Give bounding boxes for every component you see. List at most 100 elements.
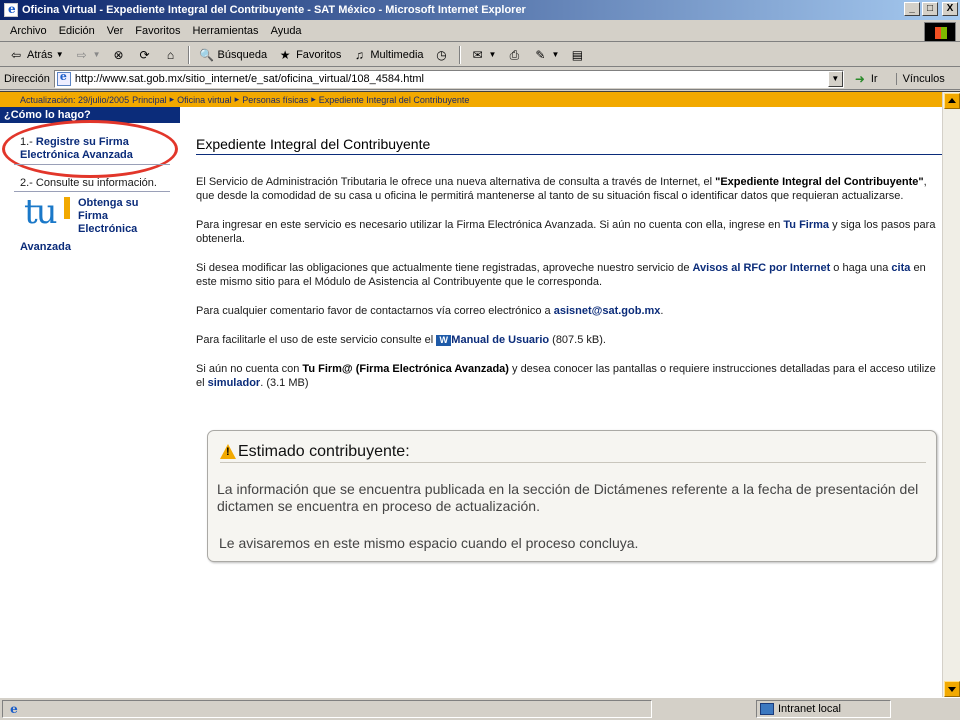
obtain-firma-line1: Obtenga su: [78, 197, 139, 209]
page-title: Expediente Integral del Contribuyente: [196, 136, 944, 155]
go-arrow-icon: ➜: [854, 71, 865, 86]
menu-ver[interactable]: Ver: [101, 25, 130, 37]
manual-usuario-link[interactable]: Manual de Usuario: [451, 334, 549, 346]
search-label: Búsqueda: [217, 48, 268, 61]
breadcrumb-arrow-icon: ▸: [169, 94, 175, 104]
breadcrumb-link-personas[interactable]: Personas físicas: [242, 95, 308, 105]
back-dropdown-icon[interactable]: ▼: [56, 50, 64, 59]
breadcrumb-link-oficina[interactable]: Oficina virtual: [177, 95, 232, 105]
history-button[interactable]: ◷: [430, 45, 454, 65]
sidebar: 1.- Registre su Firma Electrónica Avanza…: [0, 120, 180, 683]
sidebar-step-consult[interactable]: 2.- Consulte su información.: [20, 177, 157, 189]
firma-text-a: Para ingresar en este servicio es necesa…: [196, 219, 784, 231]
edit-button[interactable]: ✎ ▼: [528, 45, 563, 65]
stop-button[interactable]: ⊗: [107, 45, 131, 65]
ie-status-icon: e: [10, 702, 18, 716]
print-icon: ⎙: [509, 47, 520, 62]
tu-firma-link[interactable]: Tu Firma: [783, 219, 829, 231]
intro-bold: "Expediente Integral del Contribuyente": [715, 176, 924, 188]
status-bar: e Intranet local: [0, 697, 960, 720]
edit-icon: ✎: [535, 47, 546, 62]
maximize-button[interactable]: □: [922, 2, 938, 16]
intranet-zone-icon: [760, 703, 774, 715]
windows-logo-icon: [924, 22, 956, 42]
favorites-button[interactable]: ★ Favoritos: [273, 45, 345, 65]
scroll-up-button[interactable]: [944, 93, 960, 109]
simulador-link[interactable]: simulador: [208, 377, 261, 389]
refresh-button[interactable]: ⟳: [133, 45, 157, 65]
breadcrumb-link-principal[interactable]: Principal: [132, 95, 167, 105]
favorites-icon: ★: [279, 47, 291, 62]
back-arrow-icon: ⇦: [10, 47, 22, 62]
step1-link[interactable]: Registre su Firma Electrónica Avanzada: [20, 136, 133, 161]
manual-text-a: Para facilitarle el uso de este servicio…: [196, 334, 437, 346]
media-button[interactable]: ♫ Multimedia: [347, 45, 427, 65]
address-field[interactable]: ▼: [53, 69, 844, 88]
paragraph-simulator: Si aún no cuenta con Tu Firm@ (Firma Ele…: [196, 362, 944, 390]
menu-herramientas[interactable]: Herramientas: [187, 25, 265, 37]
obtain-firma-link[interactable]: Obtenga su Firma Electrónica: [78, 197, 139, 236]
page-icon: [56, 70, 71, 86]
breadcrumb: Actualización: 29/julio/2005 Principal ▸…: [0, 92, 942, 107]
menu-archivo[interactable]: Archivo: [4, 25, 53, 37]
browser-viewport: Actualización: 29/julio/2005 Principal ▸…: [0, 91, 960, 698]
forward-dropdown-icon[interactable]: ▼: [93, 50, 101, 59]
avisos-rfc-link[interactable]: Avisos al RFC por Internet: [693, 262, 831, 274]
cita-link[interactable]: cita: [891, 262, 910, 274]
edit-dropdown-icon[interactable]: ▼: [551, 50, 559, 59]
history-icon: ◷: [436, 47, 447, 62]
paragraph-avisos: Si desea modificar las obligaciones que …: [196, 261, 944, 289]
window-title-bar: Oficina Virtual - Expediente Integral de…: [0, 0, 960, 20]
word-doc-icon: W: [436, 334, 452, 346]
notice-message: La información que se encuentra publicad…: [217, 481, 919, 514]
discuss-icon: ▤: [571, 47, 584, 62]
breadcrumb-current: Expediente Integral del Contribuyente: [318, 94, 470, 105]
contact-text-b: .: [660, 305, 664, 317]
address-dropdown-icon[interactable]: ▼: [827, 70, 843, 87]
print-button[interactable]: ⎙: [502, 45, 526, 65]
menu-ayuda[interactable]: Ayuda: [265, 25, 308, 37]
go-button[interactable]: ➜ Ir: [852, 71, 878, 87]
address-input[interactable]: [74, 72, 825, 85]
forward-button[interactable]: ⇨ ▼: [70, 45, 105, 65]
mail-button[interactable]: ✉ ▼: [466, 45, 501, 65]
home-button[interactable]: ⌂: [159, 45, 183, 65]
obtain-firma-line3: Electrónica: [78, 223, 138, 235]
window-title: Oficina Virtual - Expediente Integral de…: [22, 4, 526, 16]
sim-text-c: . (3.1 MB): [260, 377, 309, 389]
notice-title: Estimado contribuyente:: [238, 442, 410, 460]
menu-edicion[interactable]: Edición: [53, 25, 101, 37]
scroll-down-button[interactable]: [944, 681, 960, 697]
breadcrumb-arrow-icon: ▸: [311, 94, 316, 104]
email-link[interactable]: asisnet@sat.gob.mx: [554, 305, 661, 317]
paragraph-intro: El Servicio de Administración Tributaria…: [196, 175, 944, 203]
vertical-scrollbar[interactable]: [942, 92, 960, 698]
mail-dropdown-icon[interactable]: ▼: [489, 50, 497, 59]
breadcrumb-arrow-icon: ▸: [234, 94, 240, 104]
window-controls: _ □ X: [904, 2, 958, 16]
zone-label: Intranet local: [778, 703, 841, 715]
menu-favoritos[interactable]: Favoritos: [129, 25, 186, 37]
sim-text-a: Si aún no cuenta con: [196, 363, 303, 375]
security-zone: Intranet local: [756, 700, 891, 718]
manual-text-b: (807.5 kB).: [549, 334, 606, 346]
search-button[interactable]: 🔍 Búsqueda: [195, 45, 272, 65]
discuss-button[interactable]: ▤: [565, 45, 589, 65]
back-button[interactable]: ⇦ Atrás ▼: [4, 45, 68, 65]
obtain-firma-line4[interactable]: Avanzada: [20, 241, 71, 253]
avisos-text-b: o haga una: [830, 262, 892, 274]
search-icon: 🔍: [199, 47, 214, 62]
links-button[interactable]: Vínculos: [895, 72, 945, 85]
sidebar-step-register[interactable]: 1.- Registre su Firma Electrónica Avanza…: [20, 136, 150, 162]
tu-logo-text: tu: [24, 192, 58, 232]
status-main: e: [2, 700, 652, 718]
minimize-button[interactable]: _: [904, 2, 920, 16]
address-label: Dirección: [4, 72, 50, 85]
main-content: Expediente Integral del Contribuyente El…: [196, 136, 944, 390]
intro-text-a: El Servicio de Administración Tributaria…: [196, 176, 716, 188]
refresh-icon: ⟳: [139, 47, 150, 62]
avisos-text-a: Si desea modificar las obligaciones que …: [196, 262, 693, 274]
tu-firma-logo[interactable]: tu: [24, 195, 72, 233]
menu-bar: Archivo Edición Ver Favoritos Herramient…: [0, 20, 960, 42]
close-button[interactable]: X: [942, 2, 958, 16]
